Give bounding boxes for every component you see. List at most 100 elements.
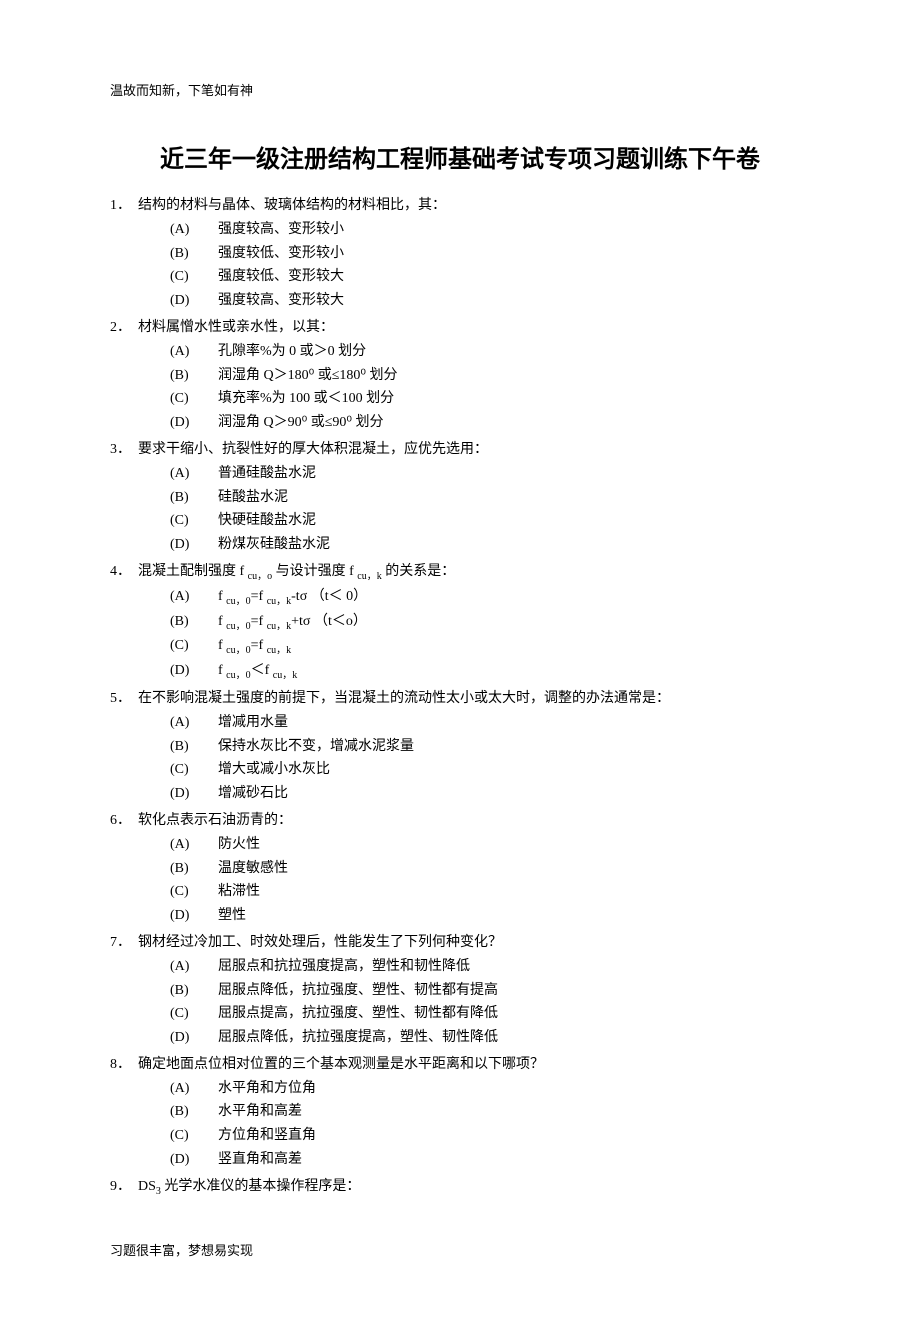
option-text: 快硬硅酸盐水泥: [218, 509, 810, 533]
option-text: 粘滞性: [218, 880, 810, 904]
option-label: (B): [170, 364, 218, 388]
question-text: 9．DS3 光学水准仪的基本操作程序是：: [110, 1175, 810, 1200]
option: (D)强度较高、变形较大: [170, 289, 810, 313]
option-label: (C): [170, 1124, 218, 1148]
question: 3．要求干缩小、抗裂性好的厚大体积混凝土，应优先选用：(A)普通硅酸盐水泥(B)…: [110, 438, 810, 557]
option-label: (C): [170, 634, 218, 659]
option: (B)温度敏感性: [170, 857, 810, 881]
option-text: f cu，0=f cu，k-tσ （t＜ 0）: [218, 585, 810, 610]
option-label: (A): [170, 585, 218, 610]
question-number: 8．: [110, 1053, 138, 1077]
footer-note: 习题很丰富，梦想易实现: [110, 1240, 810, 1259]
option: (B)f cu，0=f cu，k+tσ （t＜o）: [170, 610, 810, 635]
option-text: f cu，0＜f cu，k: [218, 659, 810, 684]
option-label: (B): [170, 735, 218, 759]
options: (A)f cu，0=f cu，k-tσ （t＜ 0）(B)f cu，0=f cu…: [110, 585, 810, 684]
option-label: (B): [170, 979, 218, 1003]
option-label: (B): [170, 1100, 218, 1124]
option-label: (A): [170, 340, 218, 364]
option-label: (B): [170, 486, 218, 510]
question: 2．材料属憎水性或亲水性，以其：(A)孔隙率%为 0 或＞0 划分(B)润湿角 …: [110, 316, 810, 435]
page-title: 近三年一级注册结构工程师基础考试专项习题训练下午卷: [110, 139, 810, 174]
option: (A)防火性: [170, 833, 810, 857]
option-label: (A): [170, 462, 218, 486]
question: 9．DS3 光学水准仪的基本操作程序是：: [110, 1175, 810, 1200]
option-text: 孔隙率%为 0 或＞0 划分: [218, 340, 810, 364]
option-text: 方位角和竖直角: [218, 1124, 810, 1148]
question-number: 5．: [110, 687, 138, 711]
option-label: (D): [170, 289, 218, 313]
option-text: 增减用水量: [218, 711, 810, 735]
option: (D)增减砂石比: [170, 782, 810, 806]
option: (A)强度较高、变形较小: [170, 218, 810, 242]
option-text: 润湿角 Q＞180⁰ 或≤180⁰ 划分: [218, 364, 810, 388]
questions-list: 1．结构的材料与晶体、玻璃体结构的材料相比，其：(A)强度较高、变形较小(B)强…: [110, 194, 810, 1200]
option: (D)塑性: [170, 904, 810, 928]
option: (B)硅酸盐水泥: [170, 486, 810, 510]
option-text: 屈服点和抗拉强度提高，塑性和韧性降低: [218, 955, 810, 979]
question-stem: 结构的材料与晶体、玻璃体结构的材料相比，其：: [138, 194, 810, 218]
question-stem: 确定地面点位相对位置的三个基本观测量是水平距离和以下哪项？: [138, 1053, 810, 1077]
question-stem: 混凝土配制强度 f cu，o 与设计强度 f cu，k 的关系是：: [138, 560, 810, 585]
option-text: 屈服点降低，抗拉强度、塑性、韧性都有提高: [218, 979, 810, 1003]
option: (A)普通硅酸盐水泥: [170, 462, 810, 486]
question-text: 6．软化点表示石油沥青的：: [110, 809, 810, 833]
option-label: (D): [170, 1026, 218, 1050]
question: 5．在不影响混凝土强度的前提下，当混凝土的流动性太小或太大时，调整的办法通常是：…: [110, 687, 810, 806]
option-text: 水平角和高差: [218, 1100, 810, 1124]
option-label: (D): [170, 659, 218, 684]
question-number: 3．: [110, 438, 138, 462]
question-number: 7．: [110, 931, 138, 955]
option: (A)孔隙率%为 0 或＞0 划分: [170, 340, 810, 364]
option: (C)填充率%为 100 或＜100 划分: [170, 387, 810, 411]
option-label: (D): [170, 782, 218, 806]
options: (A)防火性(B)温度敏感性(C)粘滞性(D)塑性: [110, 833, 810, 928]
option-label: (B): [170, 242, 218, 266]
question-text: 3．要求干缩小、抗裂性好的厚大体积混凝土，应优先选用：: [110, 438, 810, 462]
options: (A)强度较高、变形较小(B)强度较低、变形较小(C)强度较低、变形较大(D)强…: [110, 218, 810, 313]
question: 4．混凝土配制强度 f cu，o 与设计强度 f cu，k 的关系是：(A)f …: [110, 560, 810, 684]
option-text: 防火性: [218, 833, 810, 857]
option: (B)水平角和高差: [170, 1100, 810, 1124]
option-label: (C): [170, 509, 218, 533]
question-number: 1．: [110, 194, 138, 218]
question-stem: 要求干缩小、抗裂性好的厚大体积混凝土，应优先选用：: [138, 438, 810, 462]
question-number: 2．: [110, 316, 138, 340]
option-label: (B): [170, 610, 218, 635]
option-text: 增大或减小水灰比: [218, 758, 810, 782]
option-label: (B): [170, 857, 218, 881]
question-stem: DS3 光学水准仪的基本操作程序是：: [138, 1175, 810, 1200]
option: (C)方位角和竖直角: [170, 1124, 810, 1148]
option: (D)f cu，0＜f cu，k: [170, 659, 810, 684]
option: (C)粘滞性: [170, 880, 810, 904]
option-label: (A): [170, 1077, 218, 1101]
options: (A)孔隙率%为 0 或＞0 划分(B)润湿角 Q＞180⁰ 或≤180⁰ 划分…: [110, 340, 810, 435]
question-text: 2．材料属憎水性或亲水性，以其：: [110, 316, 810, 340]
option-label: (A): [170, 833, 218, 857]
option: (C)f cu，0=f cu，k: [170, 634, 810, 659]
question: 6．软化点表示石油沥青的：(A)防火性(B)温度敏感性(C)粘滞性(D)塑性: [110, 809, 810, 928]
option-text: 强度较高、变形较大: [218, 289, 810, 313]
option-text: 强度较低、变形较小: [218, 242, 810, 266]
options: (A)屈服点和抗拉强度提高，塑性和韧性降低(B)屈服点降低，抗拉强度、塑性、韧性…: [110, 955, 810, 1050]
question: 8．确定地面点位相对位置的三个基本观测量是水平距离和以下哪项？(A)水平角和方位…: [110, 1053, 810, 1172]
option-text: 填充率%为 100 或＜100 划分: [218, 387, 810, 411]
option-label: (D): [170, 904, 218, 928]
question-number: 6．: [110, 809, 138, 833]
option-text: 硅酸盐水泥: [218, 486, 810, 510]
option: (A)f cu，0=f cu，k-tσ （t＜ 0）: [170, 585, 810, 610]
option-text: 普通硅酸盐水泥: [218, 462, 810, 486]
option: (D)竖直角和高差: [170, 1148, 810, 1172]
option-label: (C): [170, 758, 218, 782]
question: 7．钢材经过冷加工、时效处理后，性能发生了下列何种变化？(A)屈服点和抗拉强度提…: [110, 931, 810, 1050]
option-text: 增减砂石比: [218, 782, 810, 806]
question: 1．结构的材料与晶体、玻璃体结构的材料相比，其：(A)强度较高、变形较小(B)强…: [110, 194, 810, 313]
options: (A)增减用水量(B)保持水灰比不变，增减水泥浆量(C)增大或减小水灰比(D)增…: [110, 711, 810, 806]
question-text: 1．结构的材料与晶体、玻璃体结构的材料相比，其：: [110, 194, 810, 218]
option-label: (D): [170, 411, 218, 435]
question-text: 5．在不影响混凝土强度的前提下，当混凝土的流动性太小或太大时，调整的办法通常是：: [110, 687, 810, 711]
question-stem: 材料属憎水性或亲水性，以其：: [138, 316, 810, 340]
question-stem: 钢材经过冷加工、时效处理后，性能发生了下列何种变化？: [138, 931, 810, 955]
question-number: 4．: [110, 560, 138, 585]
option-text: 粉煤灰硅酸盐水泥: [218, 533, 810, 557]
